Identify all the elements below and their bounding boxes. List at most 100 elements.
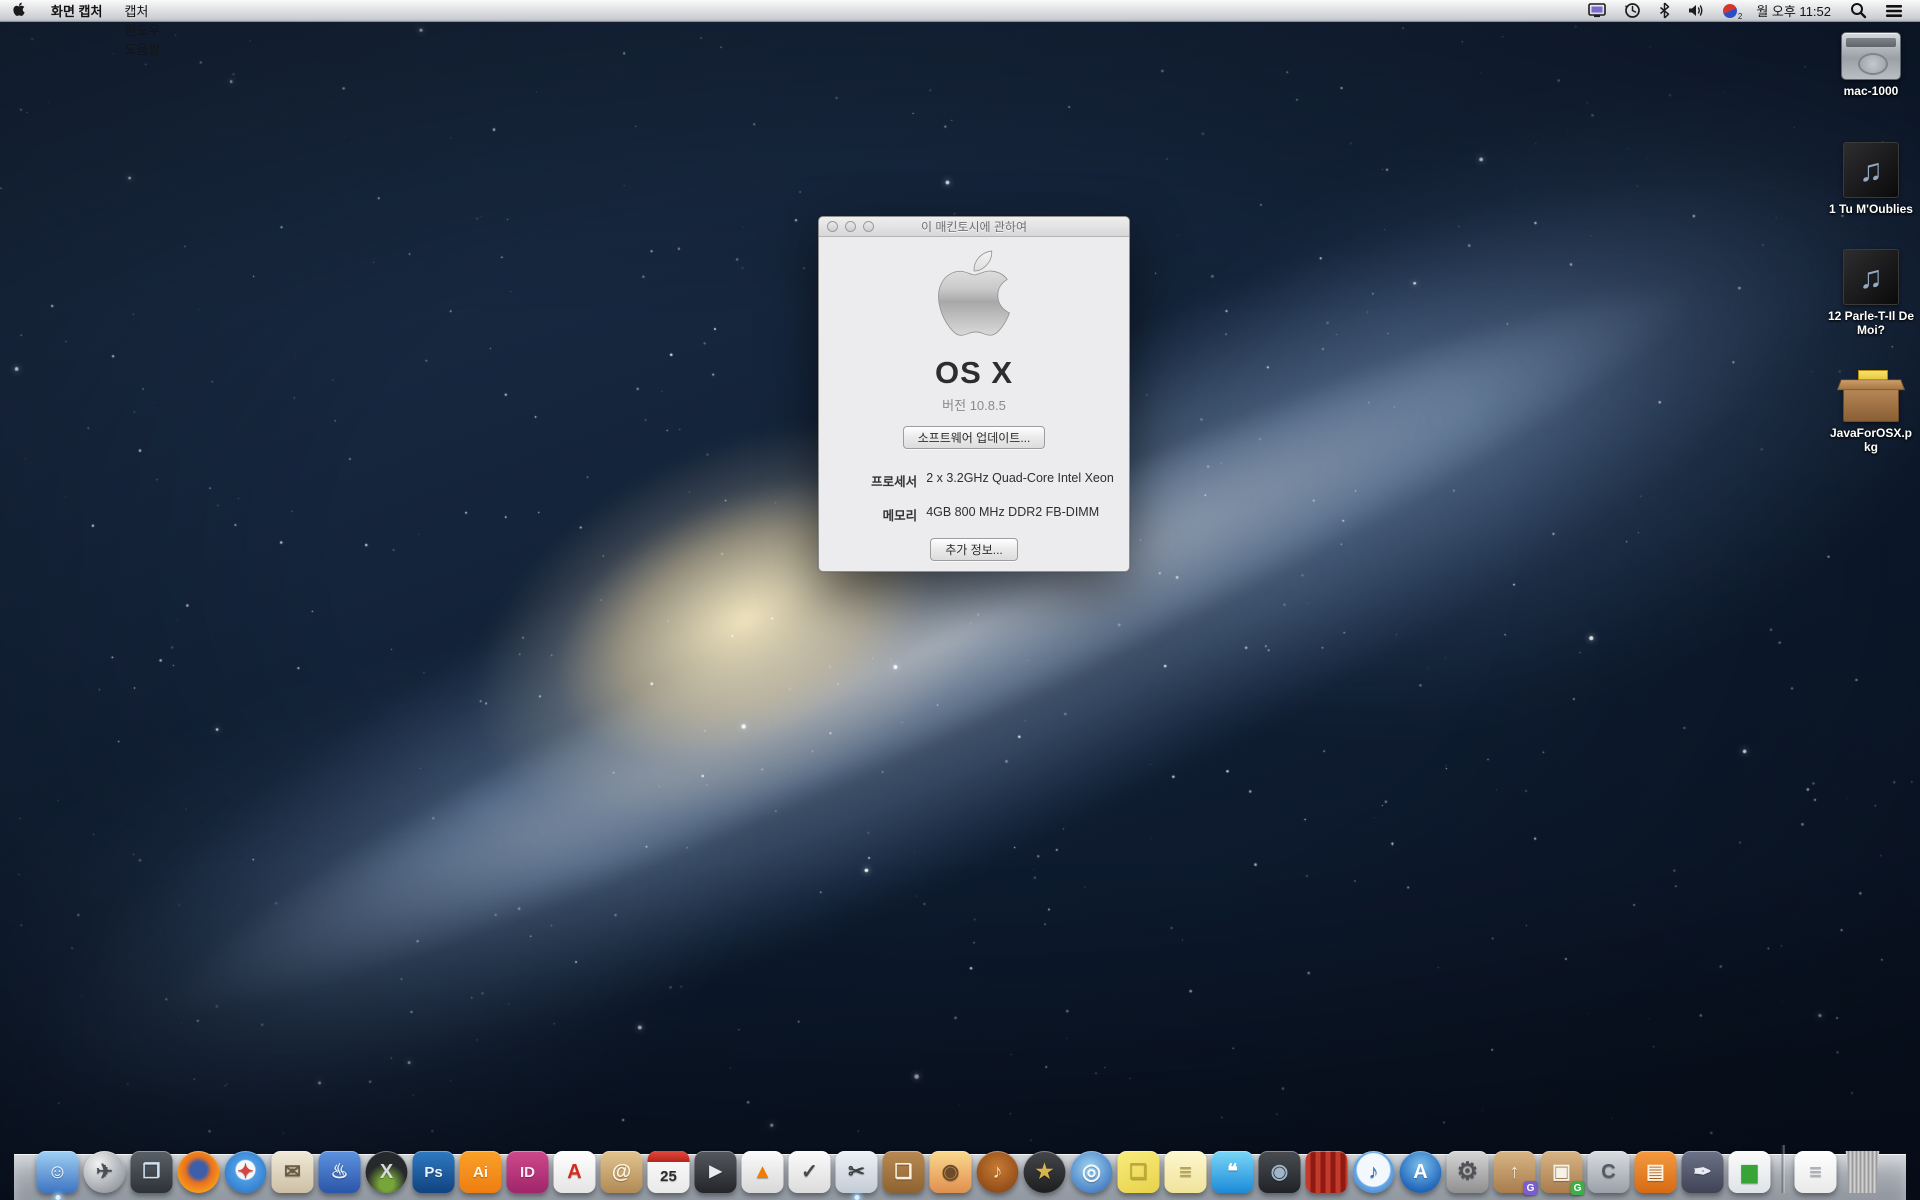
dock-grab-icon[interactable]: ✂ [836, 1151, 878, 1193]
dock-toast-icon[interactable]: ♨ [319, 1151, 361, 1193]
dock-garageband-icon[interactable]: ♪ [977, 1151, 1019, 1193]
dock-finder-icon[interactable]: ☺ [37, 1151, 79, 1193]
audio-icon [1843, 249, 1899, 305]
dock-iphoto-icon[interactable]: ◉ [930, 1151, 972, 1193]
dock-media-player-icon[interactable]: ▶ [695, 1151, 737, 1193]
dock-firefox-icon[interactable] [178, 1151, 220, 1193]
dock-photo-booth-icon[interactable] [1306, 1151, 1348, 1193]
desktop-icon-audio-file-1[interactable]: 1 Tu M'Oublies [1824, 142, 1918, 216]
dock-glyph: ❑ [1130, 1162, 1148, 1182]
dock-adobe-reader-icon[interactable]: A [554, 1151, 596, 1193]
dock-keynote-icon[interactable]: ▤ [1635, 1151, 1677, 1193]
dock-trash-icon[interactable] [1842, 1151, 1884, 1193]
dock-glyph: ↑ [1510, 1162, 1520, 1182]
dock-glyph: ◎ [1082, 1161, 1101, 1183]
dock-glyph: ▆ [1742, 1162, 1757, 1182]
about-window-body: OS X 버전 10.8.5 소프트웨어 업데이트... 프로세서 2 x 3.… [819, 237, 1129, 572]
dock-reminders-icon[interactable]: ✓ [789, 1151, 831, 1193]
dock-camera-app-icon[interactable]: ◉ [1259, 1151, 1301, 1193]
dock-contacts-icon[interactable]: @ [601, 1151, 643, 1193]
dock-pages-icon[interactable]: ✒ [1682, 1151, 1724, 1193]
dock-installer-box-up-icon[interactable]: ↑ [1494, 1151, 1536, 1193]
time-machine-icon[interactable] [1617, 0, 1648, 21]
dock-glyph: A [567, 1162, 581, 1182]
os-name: OS X [935, 355, 1013, 391]
dock-glyph: C [1601, 1162, 1615, 1182]
dock-glyph: ★ [1036, 1162, 1054, 1182]
desktop-icon-hard-drive[interactable]: mac-1000 [1824, 32, 1918, 98]
dock-glyph: ▣ [1552, 1162, 1571, 1182]
zoom-button[interactable] [863, 221, 874, 232]
spotlight-icon[interactable] [1843, 0, 1874, 21]
apple-menu-icon[interactable] [0, 0, 40, 21]
dock-illustrator-icon[interactable]: Ai [460, 1151, 502, 1193]
dock-glyph: Ps [424, 1165, 442, 1180]
dock-stickies-icon[interactable]: ❑ [1118, 1151, 1160, 1193]
menu-item-2[interactable]: 캡처 [113, 1, 171, 20]
dock-system-preferences-icon[interactable]: ⚙ [1447, 1151, 1489, 1193]
notification-center-icon[interactable] [1878, 0, 1910, 21]
dock-clamp-tool-icon[interactable]: C [1588, 1151, 1630, 1193]
dock-glyph: ❝ [1227, 1162, 1238, 1182]
dock-mail-icon[interactable]: ✉ [272, 1151, 314, 1193]
menu-item-4[interactable]: 도움말 [113, 39, 171, 58]
dock-imovie-icon[interactable]: ★ [1024, 1151, 1066, 1193]
dock-calendar-icon[interactable]: 25 [648, 1151, 690, 1193]
dock-glyph: ✒ [1693, 1161, 1711, 1183]
audio-icon [1843, 142, 1899, 198]
dock-glyph: ☺ [47, 1162, 67, 1182]
software-update-button[interactable]: 소프트웨어 업데이트... [903, 426, 1046, 449]
dock-document-file-icon[interactable]: ≡ [1795, 1151, 1837, 1193]
dock-photoshop-icon[interactable]: Ps [413, 1151, 455, 1193]
dock-glyph: ▲ [753, 1162, 773, 1182]
dock-glyph: ◉ [1271, 1162, 1288, 1182]
dock-x-app-icon[interactable]: X [366, 1151, 408, 1193]
display-icon[interactable] [1581, 0, 1613, 21]
dock-glyph: ❐ [143, 1162, 161, 1182]
memory-value: 4GB 800 MHz DDR2 FB-DIMM [926, 505, 1099, 524]
dock-glyph: ◉ [942, 1162, 959, 1182]
dock-glyph: Ai [473, 1165, 488, 1180]
dock-glyph: ▤ [1646, 1162, 1665, 1182]
dock-glyph: ✂ [848, 1162, 865, 1182]
dock-items: ☺✈❐✦✉♨XPsAiIDA@25▶▲✓✂❏◉♪★◎❑≡❝◉♪A⚙↑▣C▤✒▆≡ [37, 1145, 1884, 1193]
close-button[interactable] [827, 221, 838, 232]
dock-itunes-icon[interactable]: ♪ [1353, 1151, 1395, 1193]
menu-bar-right: 2 월 오후 11:52 [1581, 0, 1920, 21]
dock-glyph: ♪ [1369, 1162, 1379, 1182]
dock-messages-icon[interactable]: ❝ [1212, 1151, 1254, 1193]
menu-app-name[interactable]: 화면 캡처 [40, 0, 113, 21]
dock-pinboard-icon[interactable]: ❏ [883, 1151, 925, 1193]
about-this-mac-window: 이 매킨토시에 관하여 OS X 버전 10.8.5 소프트웨어 업데이트...… [818, 216, 1130, 572]
dock-mission-control-icon[interactable]: ❐ [131, 1151, 173, 1193]
desktop-icon-label: mac-1000 [1827, 84, 1915, 98]
dock-installer-box-paper-icon[interactable]: ▣ [1541, 1151, 1583, 1193]
memory-label: 메모리 [834, 505, 926, 524]
menu-bar-left: 화면 캡처 파일편집캡처윈도우도움말 [0, 0, 171, 21]
dock-launchpad-icon[interactable]: ✈ [84, 1151, 126, 1193]
minimize-button[interactable] [845, 221, 856, 232]
package-icon [1843, 382, 1899, 422]
dock-notes-icon[interactable]: ≡ [1165, 1151, 1207, 1193]
dock-indesign-icon[interactable]: ID [507, 1151, 549, 1193]
window-titlebar[interactable]: 이 매킨토시에 관하여 [819, 217, 1129, 237]
volume-icon[interactable] [1681, 0, 1712, 21]
desktop-icon-audio-file-2[interactable]: 12 Parle-T-Il De Moi? [1824, 249, 1918, 337]
menu-bar: 화면 캡처 파일편집캡처윈도우도움말 2 월 오후 11:52 [0, 0, 1920, 22]
bluetooth-icon[interactable] [1652, 0, 1677, 21]
os-version: 버전 10.8.5 [942, 395, 1006, 414]
dock-idvd-icon[interactable]: ◎ [1071, 1151, 1113, 1193]
dock-app-store-icon[interactable]: A [1400, 1151, 1442, 1193]
desktop-icons: mac-1000 1 Tu M'Oublies 12 Parle-T-Il De M… [1824, 0, 1918, 1200]
korean-input-icon[interactable]: 2 [1716, 0, 1744, 21]
traffic-lights [827, 221, 874, 232]
more-info-button[interactable]: 추가 정보... [930, 538, 1018, 561]
dock-vlc-icon[interactable]: ▲ [742, 1151, 784, 1193]
dock-safari-icon[interactable]: ✦ [225, 1151, 267, 1193]
window-title: 이 매킨토시에 관하여 [921, 218, 1027, 235]
desktop-icon-package-file[interactable]: JavaForOSX.pkg [1824, 366, 1918, 454]
menu-item-3[interactable]: 윈도우 [113, 20, 171, 39]
dock-numbers-icon[interactable]: ▆ [1729, 1151, 1771, 1193]
menu-clock[interactable]: 월 오후 11:52 [1748, 1, 1839, 20]
menu-items: 파일편집캡처윈도우도움말 [113, 0, 171, 58]
